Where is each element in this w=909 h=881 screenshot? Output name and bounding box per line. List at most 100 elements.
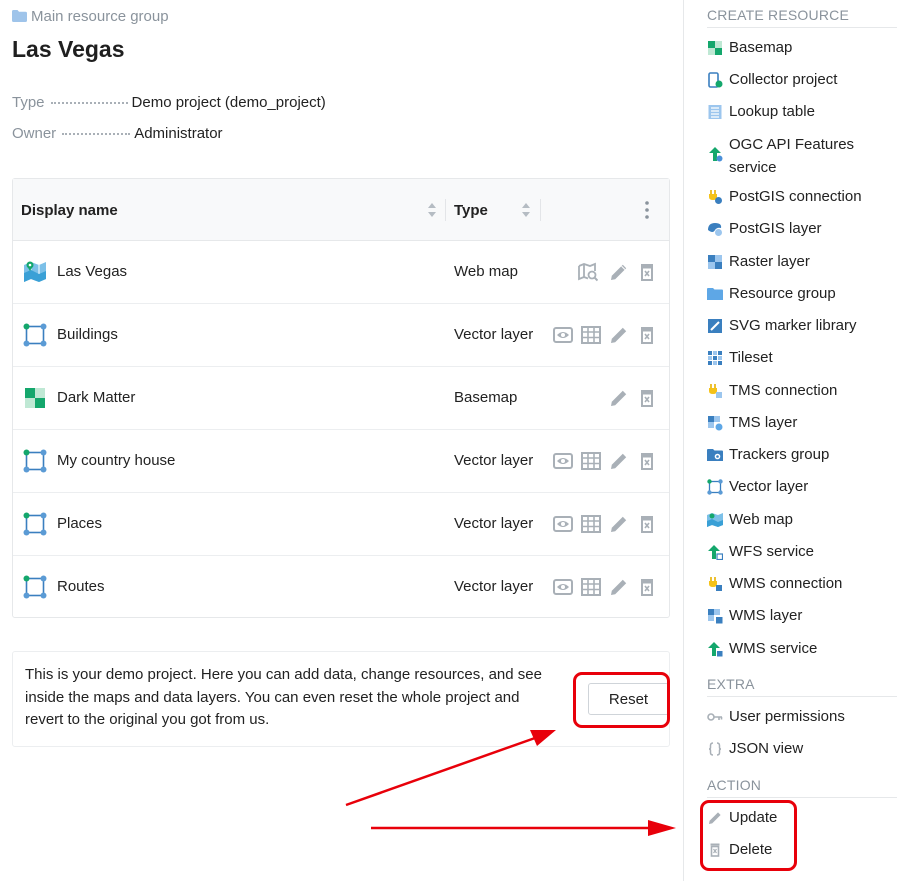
delete-icon[interactable] [637,451,657,471]
preview-icon[interactable] [553,325,573,345]
create-wms-service[interactable]: WMS service [707,638,897,661]
create-vector-layer[interactable]: Vector layer [707,476,897,499]
create-raster-layer[interactable]: Raster layer [707,251,897,274]
sidebar-item-label[interactable]: Basemap [729,37,792,60]
sidebar-item-label[interactable]: Collector project [729,69,837,92]
create-wms-layer[interactable]: WMS layer [707,605,897,628]
create-tms-layer[interactable]: TMS layer [707,412,897,435]
sort-icon[interactable] [427,202,437,218]
table-row[interactable]: Dark Matter Basemap [13,367,669,430]
create-trackers-group[interactable]: Trackers group [707,444,897,467]
web-map-icon [707,513,723,527]
create-svg-marker-library[interactable]: SVG marker library [707,315,897,338]
sidebar-item-label[interactable]: WMS connection [729,573,842,596]
edit-icon[interactable] [609,325,629,345]
sidebar-item-label[interactable]: TMS connection [729,380,837,403]
edit-icon[interactable] [609,577,629,597]
table-row[interactable]: Places Vector layer [13,493,669,556]
create-lookup-table[interactable]: Lookup table [707,101,897,124]
map-preview-icon[interactable] [578,262,598,282]
row-name[interactable]: Routes [57,578,105,595]
column-header-type[interactable]: Type [454,179,488,241]
edit-icon[interactable] [609,388,629,408]
sidebar-item-label[interactable]: PostGIS layer [729,218,822,241]
row-name[interactable]: My country house [57,452,175,469]
table-row[interactable]: Buildings Vector layer [13,304,669,367]
delete-icon[interactable] [637,325,657,345]
key-icon [707,713,723,721]
edit-icon[interactable] [609,262,629,282]
sidebar-item-label[interactable]: WMS service [729,638,817,661]
feature-table-icon[interactable] [581,451,601,471]
row-name[interactable]: Las Vegas [57,263,127,280]
sidebar-item-label[interactable]: JSON view [729,738,803,761]
table-row[interactable]: Routes Vector layer [13,556,669,619]
edit-icon[interactable] [609,451,629,471]
sidebar-item-label[interactable]: PostGIS connection [729,186,862,209]
create-postgis-connection[interactable]: PostGIS connection [707,186,897,209]
delete-icon[interactable] [637,262,657,282]
create-resource-group[interactable]: Resource group [707,283,897,306]
meta-type-value: Demo project (demo_project) [131,94,326,111]
json-view-link[interactable]: JSON view [707,738,897,761]
feature-table-icon[interactable] [581,514,601,534]
create-tileset[interactable]: Tileset [707,347,897,370]
wms-service-icon [708,642,723,657]
sidebar-item-label[interactable]: Tileset [729,347,773,370]
sort-icon[interactable] [521,202,531,218]
table-row[interactable]: Las Vegas Web map [13,241,669,304]
vector-layer-icon [23,575,47,599]
sidebar-item-label[interactable]: User permissions [729,706,845,729]
sidebar-item-label[interactable]: Vector layer [729,476,808,499]
sidebar-item-label[interactable]: WFS service [729,541,814,564]
preview-icon[interactable] [553,514,573,534]
page-title: Las Vegas [12,36,125,62]
delete-icon[interactable] [637,388,657,408]
feature-table-icon[interactable] [581,325,601,345]
postgis-layer-icon [708,223,722,236]
collector-project-icon [708,72,723,88]
sidebar-item-label[interactable]: Resource group [729,283,836,306]
vector-layer-icon [23,512,47,536]
tileset-icon [708,351,722,365]
sidebar-item-label[interactable]: Raster layer [729,251,810,274]
delete-icon[interactable] [637,514,657,534]
create-wfs-service[interactable]: WFS service [707,541,897,564]
feature-table-icon[interactable] [581,577,601,597]
sidebar-item-label[interactable]: WMS layer [729,605,802,628]
row-name[interactable]: Places [57,515,102,532]
edit-icon[interactable] [609,514,629,534]
create-postgis-layer[interactable]: PostGIS layer [707,218,897,241]
sidebar-item-label[interactable]: Lookup table [729,101,815,124]
row-name[interactable]: Buildings [57,326,118,343]
table-row[interactable]: My country house Vector layer [13,430,669,493]
row-name[interactable]: Dark Matter [57,389,135,406]
column-header-display-name[interactable]: Display name [21,179,118,241]
action-highlight [700,800,797,871]
folder-icon [707,288,723,300]
tms-layer-icon [708,416,723,431]
create-wms-connection[interactable]: WMS connection [707,573,897,596]
create-ogc-api-features-service[interactable]: OGC API Features service [707,134,897,179]
sidebar-item-label[interactable]: TMS layer [729,412,797,435]
meta-type-key: Type [12,94,45,111]
create-basemap[interactable]: Basemap [707,37,897,60]
preview-icon[interactable] [553,577,573,597]
preview-icon[interactable] [553,451,573,471]
delete-icon[interactable] [637,577,657,597]
user-permissions-link[interactable]: User permissions [707,706,897,729]
meta-dots [50,102,128,104]
meta-owner-value: Administrator [134,125,223,142]
breadcrumb-label[interactable]: Main resource group [31,8,169,25]
create-collector-project[interactable]: Collector project [707,69,897,92]
create-tms-connection[interactable]: TMS connection [707,380,897,403]
sidebar-item-label[interactable]: OGC API Features service [729,134,897,179]
breadcrumb[interactable]: Main resource group [12,7,169,25]
sidebar-item-label[interactable]: Web map [729,509,793,532]
sidebar-item-label[interactable]: Trackers group [729,444,829,467]
meta-type-row: Type Demo project (demo_project) [12,94,326,111]
demo-notice: This is your demo project. Here you can … [12,651,670,747]
sidebar-item-label[interactable]: SVG marker library [729,315,857,338]
kebab-menu-icon[interactable] [645,201,649,219]
create-web-map[interactable]: Web map [707,509,897,532]
